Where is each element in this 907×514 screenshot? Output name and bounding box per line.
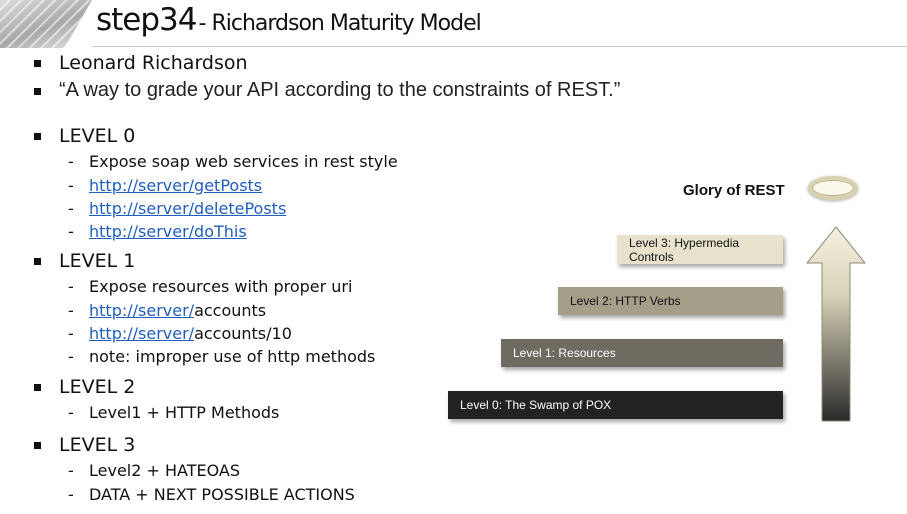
link-server[interactable]: http://server/ — [89, 301, 194, 320]
link-dothis[interactable]: http://server/doThis — [89, 222, 247, 241]
title-main: step34 — [96, 2, 198, 38]
bullet-marker — [34, 442, 41, 449]
maturity-step-level-3: Level 3: Hypermedia Controls — [617, 235, 783, 264]
bullet-marker — [34, 133, 41, 140]
link-deleteposts[interactable]: http://server/deletePosts — [89, 199, 286, 218]
page-title: step34- Richardson Maturity Model — [96, 2, 482, 38]
bullet-marker — [34, 384, 41, 391]
bullet-marker — [34, 88, 41, 95]
level-3-title: LEVEL 3 — [59, 434, 136, 456]
title-sub: - Richardson Maturity Model — [198, 11, 482, 36]
maturity-step-level-0: Level 0: The Swamp of POX — [448, 391, 783, 419]
bullet-marker — [34, 258, 41, 265]
bullet-text: Leonard Richardson — [59, 52, 248, 74]
bullet-text: “A way to grade your API according to th… — [59, 79, 621, 101]
header-decoration-image — [0, 0, 92, 48]
maturity-step-level-2: Level 2: HTTP Verbs — [558, 287, 783, 315]
bullet-marker — [34, 60, 41, 67]
level-1-title: LEVEL 1 — [59, 250, 136, 272]
up-arrow-icon — [806, 226, 866, 422]
title-divider — [92, 46, 907, 47]
halo-icon — [808, 176, 858, 200]
glory-of-rest-label: Glory of REST — [683, 182, 785, 199]
maturity-step-level-1: Level 1: Resources — [501, 339, 783, 367]
level-2-title: LEVEL 2 — [59, 376, 136, 398]
link-server[interactable]: http://server/ — [89, 324, 194, 343]
level-0-title: LEVEL 0 — [59, 125, 136, 147]
link-getposts[interactable]: http://server/getPosts — [89, 176, 262, 195]
